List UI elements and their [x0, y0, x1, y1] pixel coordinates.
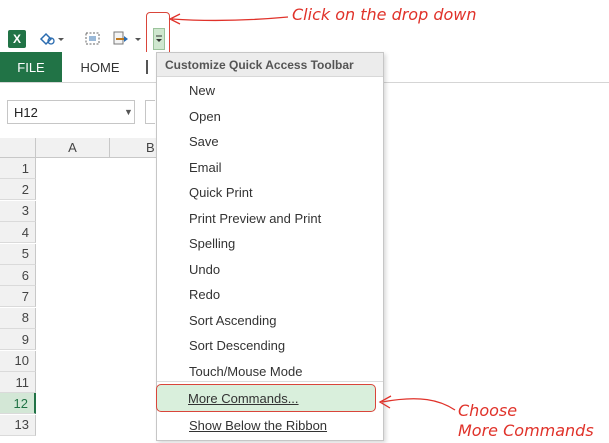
- row-header[interactable]: 4: [0, 222, 36, 244]
- menu-item-email[interactable]: Email: [189, 155, 222, 180]
- row-header[interactable]: 12: [0, 393, 36, 415]
- page-layout-icon[interactable]: [82, 28, 104, 50]
- select-all-corner[interactable]: [0, 138, 36, 158]
- menu-item-redo[interactable]: Redo: [189, 282, 220, 307]
- row-header[interactable]: 10: [0, 350, 36, 372]
- annotation-choose: Choose: [458, 401, 518, 420]
- tab-edge: [146, 60, 152, 74]
- row-header[interactable]: 6: [0, 265, 36, 286]
- menu-item-open[interactable]: Open: [189, 104, 221, 129]
- dropdown-highlight-box: [146, 12, 170, 56]
- annotation-click-dropdown: Click on the drop down: [292, 5, 477, 24]
- name-box[interactable]: H12 ▼: [7, 100, 135, 124]
- row-header[interactable]: 2: [0, 179, 36, 201]
- annotation-more-commands: More Commands: [458, 421, 594, 440]
- touch-mode-icon[interactable]: [38, 28, 66, 50]
- menu-item-show-below-ribbon[interactable]: Show Below the Ribbon: [189, 413, 327, 438]
- menu-separator: [157, 381, 383, 382]
- menu-item-sort-descending[interactable]: Sort Descending: [189, 333, 285, 358]
- menu-item-spelling[interactable]: Spelling: [189, 231, 235, 256]
- row-header[interactable]: 1: [0, 158, 36, 179]
- customize-qat-menu: Customize Quick Access Toolbar New Open …: [156, 52, 384, 441]
- menu-header: Customize Quick Access Toolbar: [157, 53, 383, 77]
- row-header[interactable]: 7: [0, 286, 36, 308]
- menu-item-print-preview[interactable]: Print Preview and Print: [189, 206, 321, 231]
- row-header[interactable]: 13: [0, 414, 36, 436]
- menu-item-new[interactable]: New: [189, 78, 215, 103]
- menu-item-undo[interactable]: Undo: [189, 257, 220, 282]
- menu-item-more-commands-label[interactable]: More Commands...: [188, 386, 299, 411]
- name-box-value: H12: [14, 104, 38, 120]
- formula-bar[interactable]: [145, 100, 155, 124]
- menu-item-quick-print[interactable]: Quick Print: [189, 180, 253, 205]
- menu-item-sort-ascending[interactable]: Sort Ascending: [189, 308, 276, 333]
- row-header[interactable]: 8: [0, 307, 36, 329]
- tab-file[interactable]: FILE: [0, 52, 62, 82]
- format-painter-icon[interactable]: [110, 28, 144, 50]
- excel-logo-icon: X: [8, 30, 26, 48]
- row-header[interactable]: 11: [0, 372, 36, 393]
- tab-home[interactable]: HOME: [78, 52, 122, 82]
- column-header-a[interactable]: A: [36, 138, 110, 158]
- chevron-down-icon[interactable]: ▼: [124, 107, 133, 117]
- menu-item-save[interactable]: Save: [189, 129, 219, 154]
- row-header[interactable]: 5: [0, 243, 36, 265]
- row-header[interactable]: 9: [0, 329, 36, 351]
- row-header[interactable]: 3: [0, 200, 36, 222]
